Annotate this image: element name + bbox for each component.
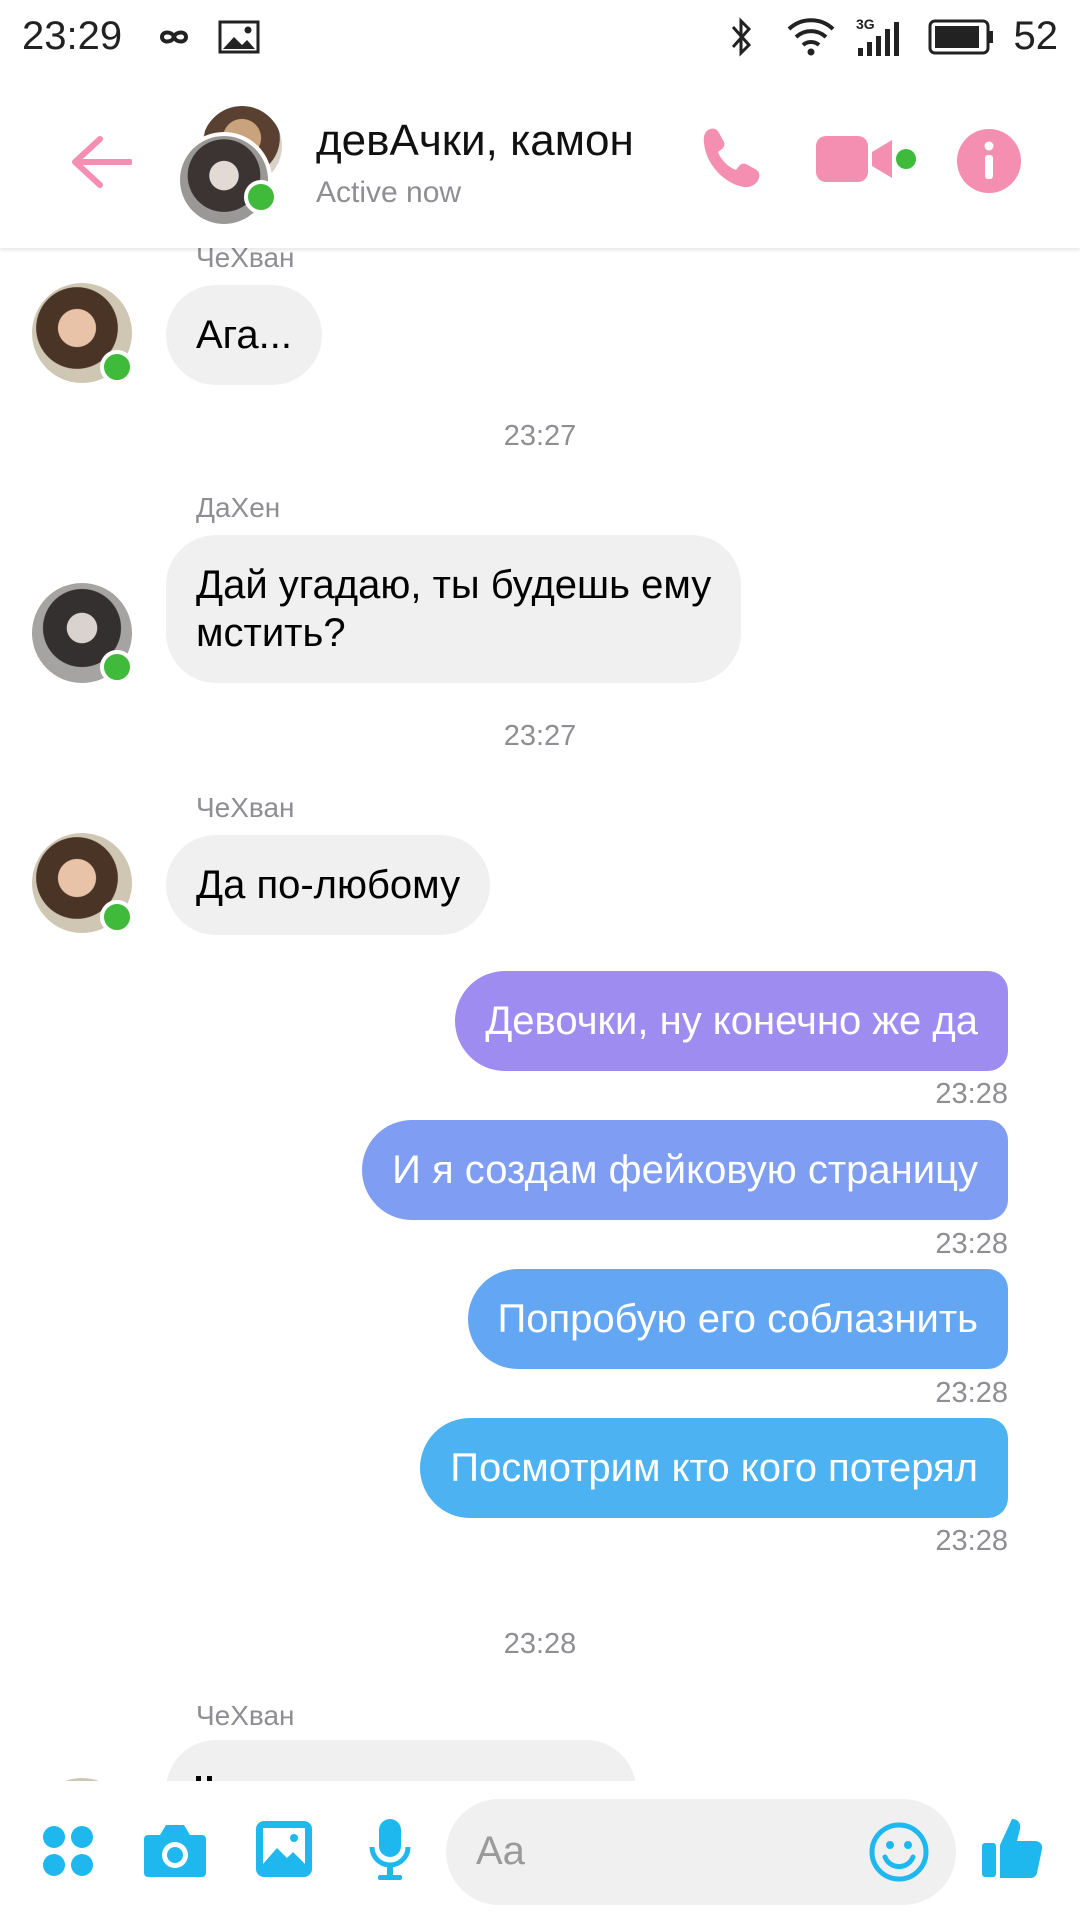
back-arrow-icon[interactable]	[70, 136, 132, 188]
message-line: мстить?	[196, 611, 346, 655]
infinity-icon	[159, 30, 189, 44]
gallery-icon[interactable]	[254, 1819, 314, 1879]
info-icon[interactable]	[956, 128, 1022, 194]
message-time: 23:28	[935, 1525, 1008, 1557]
message-time: 23:28	[935, 1078, 1008, 1110]
status-time: 23:29	[22, 14, 123, 58]
outgoing-message[interactable]: И я создам фейковую страницу	[362, 1120, 1008, 1220]
incoming-message[interactable]	[166, 1740, 636, 1781]
battery-icon	[928, 19, 993, 55]
emoji-icon[interactable]	[868, 1821, 930, 1883]
online-indicator	[244, 180, 278, 214]
composer-bar: Aa	[0, 1781, 1080, 1920]
conversation-header: девАчки, камон Active now	[0, 76, 1080, 248]
signal-icon	[858, 22, 899, 56]
sender-name: ЧеХван	[196, 248, 295, 273]
apps-icon[interactable]	[42, 1825, 94, 1877]
online-indicator	[100, 650, 134, 684]
message-time: 23:28	[935, 1228, 1008, 1260]
outgoing-message[interactable]: Попробую его соблазнить	[467, 1269, 1008, 1369]
message-input[interactable]: Aa	[446, 1799, 956, 1905]
sender-name: ЧеХван	[196, 792, 295, 823]
conversation-title: девАчки, камон	[316, 116, 634, 165]
sender-name: ЧеХван	[196, 1700, 295, 1731]
microphone-icon[interactable]	[368, 1817, 412, 1883]
timestamp: 23:28	[503, 1628, 577, 1660]
incoming-message[interactable]: Ага...	[166, 285, 322, 385]
incoming-message[interactable]: Дай угадаю, ты будешь ему мстить?	[166, 535, 742, 683]
active-status: Active now	[316, 176, 462, 209]
image-icon	[218, 20, 260, 54]
wifi-icon	[787, 18, 835, 56]
message-input-placeholder: Aa	[476, 1829, 525, 1873]
message-line: Дай угадаю, ты будешь ему	[196, 563, 712, 607]
camera-icon[interactable]	[142, 1821, 208, 1879]
online-indicator	[100, 350, 134, 384]
online-indicator	[100, 900, 134, 934]
battery-level: 52	[1013, 14, 1059, 58]
message-time: 23:28	[935, 1377, 1008, 1409]
bluetooth-icon	[731, 17, 752, 57]
timestamp: 23:27	[503, 420, 577, 452]
status-bar: 23:29 3G 52	[0, 0, 1080, 76]
timestamp: 23:27	[503, 720, 577, 752]
phone-icon[interactable]	[696, 124, 766, 194]
video-call-icon[interactable]	[814, 132, 924, 188]
message-list[interactable]: ЧеХван Ага... 23:27 ДаХен Дай угадаю, ты…	[0, 248, 1080, 1781]
like-thumbs-up-icon[interactable]	[980, 1815, 1046, 1881]
incoming-message[interactable]: Да по-любому	[166, 835, 491, 935]
outgoing-message[interactable]: Посмотрим кто кого потерял	[420, 1418, 1008, 1518]
outgoing-message[interactable]: Девочки, ну конечно же да	[455, 971, 1008, 1071]
sender-name: ДаХен	[196, 492, 281, 523]
